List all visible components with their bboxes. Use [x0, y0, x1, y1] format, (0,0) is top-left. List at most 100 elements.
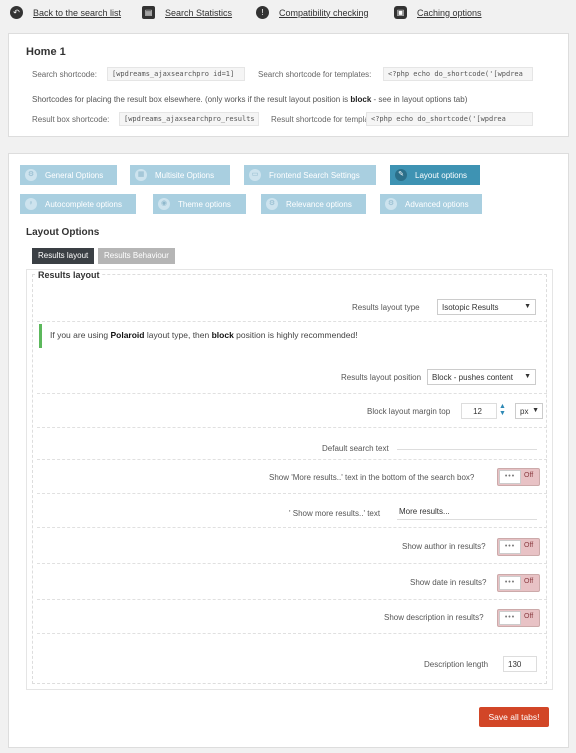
toggle-off-label: Off — [524, 472, 534, 479]
tab-autocomplete-options[interactable]: ♀ Autocomplete options — [20, 194, 136, 214]
margin-unit-select[interactable]: px ▼ — [515, 403, 543, 419]
show-more-results-label: Show 'More results..' text in the bottom… — [269, 473, 475, 482]
notice-bold-block: block — [211, 330, 234, 340]
tab-label: Theme options — [178, 199, 231, 209]
block-margin-input[interactable]: 12 — [461, 403, 497, 419]
notice-text: If you are using — [50, 330, 111, 340]
subtab-results-layout[interactable]: Results layout — [32, 248, 95, 264]
search-shortcode-label: Search shortcode: — [32, 70, 97, 79]
results-layout-type-label: Results layout type — [352, 303, 420, 312]
brush-icon: ✎ — [395, 169, 407, 181]
toggle-off-label: Off — [524, 542, 534, 549]
compatibility-link-label: Compatibility checking — [279, 7, 369, 18]
caching-link-label: Caching options — [417, 7, 482, 18]
description-length-label: Description length — [424, 660, 489, 669]
template-shortcode-label: Search shortcode for templates: — [258, 70, 372, 79]
tab-label: Layout options — [415, 170, 468, 180]
show-author-toggle[interactable]: ••• Off — [497, 538, 540, 556]
results-layout-position-row: Results layout position Block - pushes c… — [37, 362, 547, 394]
results-layout-position-select[interactable]: Block - pushes content ▼ — [427, 369, 536, 385]
default-search-text-label: Default search text — [322, 444, 389, 453]
show-description-label: Show description in results? — [384, 613, 484, 622]
back-to-search-list-link[interactable]: ↶ Back to the search list — [10, 6, 121, 19]
description-length-input[interactable]: 130 — [503, 656, 537, 672]
gear-icon: ⚙ — [25, 169, 37, 181]
show-date-row: Show date in results? ••• Off — [37, 564, 547, 600]
toggle-off-label: Off — [524, 613, 534, 620]
result-template-field[interactable]: <?php echo do_shortcode('[wpdrea — [366, 112, 533, 126]
tab-label: Multisite Options — [155, 170, 215, 180]
top-navigation: ↶ Back to the search list ▤ Search Stati… — [0, 0, 576, 28]
default-search-text-input[interactable] — [397, 434, 537, 450]
chevron-down-icon: ▼ — [524, 303, 531, 310]
results-layout-type-row: Results layout type Isotopic Results ▼ — [37, 294, 547, 322]
search-shortcode-row: Search shortcode: [wpdreams_ajaxsearchpr… — [32, 67, 552, 83]
show-more-text-input[interactable]: More results... — [397, 504, 537, 520]
result-shortcode-field[interactable]: [wpdreams_ajaxsearchpro_results — [119, 112, 259, 126]
network-icon: ▦ — [135, 169, 147, 181]
back-link-label: Back to the search list — [33, 7, 122, 18]
notice-text: position is highly recommended! — [233, 330, 358, 340]
show-more-text-label: ' Show more results..' text — [289, 509, 381, 518]
show-date-toggle[interactable]: ••• Off — [497, 574, 540, 592]
caching-options-link[interactable]: ▣ Caching options — [394, 6, 482, 19]
shortcode-note: Shortcodes for placing the result box el… — [32, 95, 467, 104]
results-layout-position-label: Results layout position — [341, 373, 422, 382]
window-icon: ▭ — [249, 169, 261, 181]
search-statistics-link[interactable]: ▤ Search Statistics — [142, 6, 232, 19]
show-more-text-row: ' Show more results..' text More results… — [37, 494, 547, 528]
alert-icon: ! — [256, 6, 269, 19]
tab-multisite-options[interactable]: ▦ Multisite Options — [130, 165, 230, 185]
tab-layout-options[interactable]: ✎ Layout options — [390, 165, 480, 185]
statistics-icon: ▤ — [142, 6, 155, 19]
toggle-knob: ••• — [499, 540, 521, 554]
shortcode-panel: Home 1 Search shortcode: [wpdreams_ajaxs… — [8, 33, 569, 137]
toggle-knob: ••• — [499, 576, 521, 590]
show-more-results-row: Show 'More results..' text in the bottom… — [37, 460, 547, 494]
polaroid-notice: If you are using Polaroid layout type, t… — [39, 324, 543, 348]
tab-theme-options[interactable]: ◉ Theme options — [153, 194, 246, 214]
tab-relevance-options[interactable]: ⚙ Relevance options — [261, 194, 366, 214]
result-shortcode-label: Result box shortcode: — [32, 115, 110, 124]
show-author-row: Show author in results? ••• Off — [37, 528, 547, 564]
show-date-label: Show date in results? — [410, 578, 487, 587]
tab-label: Frontend Search Settings — [269, 170, 360, 180]
show-description-row: Show description in results? ••• Off — [37, 600, 547, 634]
eye-icon: ◉ — [158, 198, 170, 210]
back-arrow-icon: ↶ — [10, 6, 23, 19]
notice-text: layout type, then — [144, 330, 212, 340]
show-description-toggle[interactable]: ••• Off — [497, 609, 540, 627]
toggle-knob: ••• — [499, 611, 521, 625]
search-shortcode-field[interactable]: [wpdreams_ajaxsearchpro id=1] — [107, 67, 245, 81]
chevron-down-icon: ▼ — [532, 407, 539, 414]
notice-bold-polaroid: Polaroid — [110, 330, 145, 340]
default-search-text-row: Default search text — [37, 428, 547, 460]
save-all-tabs-button[interactable]: Save all tabs! — [479, 707, 549, 727]
note-text-bold: block — [350, 95, 372, 104]
note-text-start: Shortcodes for placing the result box el… — [32, 95, 351, 104]
compatibility-checking-link[interactable]: ! Compatibility checking — [256, 6, 369, 19]
tab-label: General Options — [45, 170, 104, 180]
tab-general-options[interactable]: ⚙ General Options — [20, 165, 117, 185]
results-layout-type-select[interactable]: Isotopic Results ▼ — [437, 299, 536, 315]
subtab-results-behaviour[interactable]: Results Behaviour — [98, 248, 175, 264]
template-shortcode-field[interactable]: <?php echo do_shortcode('[wpdrea — [383, 67, 533, 81]
show-author-label: Show author in results? — [402, 542, 486, 551]
search-instance-title: Home 1 — [26, 46, 66, 58]
results-layout-type-value: Isotopic Results — [442, 303, 499, 312]
toggle-off-label: Off — [524, 578, 534, 585]
margin-unit-value: px — [520, 407, 529, 416]
chevron-down-icon: ▼ — [524, 373, 531, 380]
tab-label: Relevance options — [286, 199, 352, 209]
sliders-icon: ⚙ — [266, 198, 278, 210]
cog-icon: ⚙ — [385, 198, 397, 210]
tab-frontend-search-settings[interactable]: ▭ Frontend Search Settings — [244, 165, 376, 185]
spinner-arrows-icon[interactable]: ▲ ▼ — [499, 403, 506, 417]
result-shortcode-row: Result box shortcode: [wpdreams_ajaxsear… — [32, 112, 552, 128]
results-layout-legend: Results layout — [36, 270, 102, 280]
tab-advanced-options[interactable]: ⚙ Advanced options — [380, 194, 482, 214]
show-more-results-toggle[interactable]: ••• Off — [497, 468, 540, 486]
toggle-knob: ••• — [499, 470, 521, 484]
tab-label: Advanced options — [405, 199, 469, 209]
results-layout-position-value: Block - pushes content — [432, 373, 513, 382]
